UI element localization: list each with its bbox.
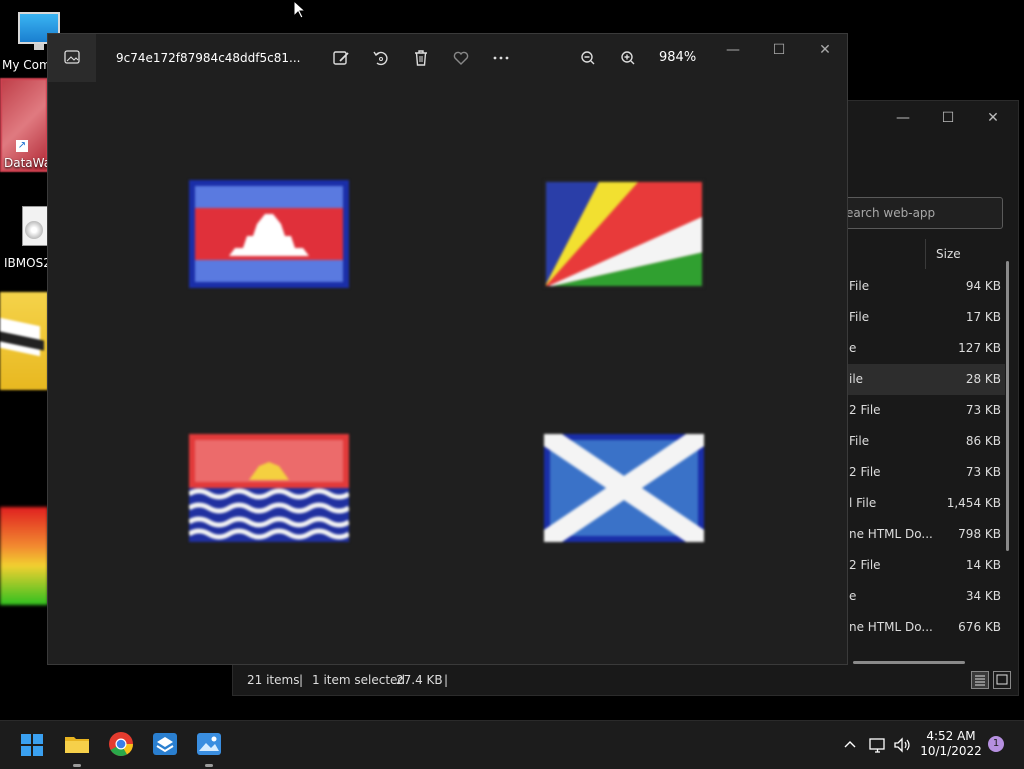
- mouse-cursor-icon: [293, 0, 307, 19]
- rotate-icon[interactable]: [369, 46, 393, 70]
- zoom-in-icon[interactable]: [616, 46, 640, 70]
- file-explorer-icon[interactable]: [64, 731, 90, 757]
- desktop-app-icon[interactable]: [0, 507, 48, 605]
- close-icon[interactable]: ✕: [978, 109, 1008, 127]
- chrome-icon[interactable]: [108, 731, 134, 757]
- clock-date: 10/1/2022: [920, 744, 982, 758]
- clock-time: 4:52 AM: [926, 729, 976, 743]
- scotland-flag: [544, 434, 704, 542]
- monitor-stand: [34, 44, 44, 50]
- table-row[interactable]: File 94 KB: [845, 271, 1005, 302]
- photos-toolbar: 9c74e172f87984c48ddf5c81... 984% — ☐ ✕: [48, 34, 847, 82]
- table-row[interactable]: 2 File 14 KB: [845, 550, 1005, 581]
- status-item-count: 21 items: [247, 673, 300, 687]
- table-row[interactable]: e 34 KB: [845, 581, 1005, 612]
- running-indicator: [73, 764, 81, 767]
- more-options-icon[interactable]: [489, 46, 513, 70]
- volume-icon[interactable]: [892, 735, 912, 755]
- column-header-size[interactable]: Size: [925, 239, 996, 269]
- table-row[interactable]: l File 1,454 KB: [845, 488, 1005, 519]
- running-indicator: [205, 764, 213, 767]
- table-row[interactable]: ne HTML Do... 798 KB: [845, 519, 1005, 550]
- horizontal-scrollbar[interactable]: [853, 661, 965, 664]
- search-input[interactable]: earch web-app: [833, 197, 1003, 229]
- desktop-icon-datawag[interactable]: ↗ DataWag: [0, 78, 59, 174]
- table-row[interactable]: File 17 KB: [845, 302, 1005, 333]
- minimize-icon[interactable]: —: [718, 40, 748, 60]
- image-file-name: 9c74e172f87984c48ddf5c81...: [116, 51, 301, 65]
- photos-viewer-window[interactable]: 9c74e172f87984c48ddf5c81... 984% — ☐ ✕: [47, 33, 848, 665]
- vertical-scrollbar[interactable]: [1006, 261, 1009, 551]
- taskbar: 4:52 AM 10/1/2022 1: [0, 720, 1024, 769]
- close-icon[interactable]: ✕: [810, 40, 840, 60]
- kiribati-flag: [189, 434, 349, 542]
- table-row[interactable]: ne HTML Do... 676 KB: [845, 612, 1005, 643]
- maximize-icon[interactable]: ☐: [933, 109, 963, 127]
- details-view-button[interactable]: [971, 671, 989, 689]
- photos-app-icon[interactable]: [196, 731, 222, 757]
- status-size: 27.4 KB: [396, 673, 443, 687]
- notification-badge[interactable]: 1: [988, 736, 1004, 752]
- thumbnail-view-button[interactable]: [993, 671, 1011, 689]
- file-list: File 94 KB File 17 KB e 127 KB ile 28 KB 2 F…: [845, 271, 1005, 643]
- table-row[interactable]: 2 File 73 KB: [845, 395, 1005, 426]
- table-row-selected[interactable]: ile 28 KB: [845, 364, 1005, 395]
- desktop-icon-ibmos2[interactable]: IBMOS2: [0, 204, 51, 274]
- shortcut-arrow-icon: ↗: [16, 140, 28, 152]
- clock[interactable]: 4:52 AM 10/1/2022: [920, 729, 982, 759]
- desktop-icon-label: IBMOS2: [4, 256, 51, 270]
- table-row[interactable]: e 127 KB: [845, 333, 1005, 364]
- table-row[interactable]: 2 File 73 KB: [845, 457, 1005, 488]
- document-cd-icon: [22, 206, 48, 246]
- status-bar: 21 items | 1 item selected 27.4 KB |: [233, 665, 1018, 695]
- favorite-heart-icon[interactable]: [449, 46, 473, 70]
- desktop-icon-label: My Com: [2, 58, 51, 72]
- network-icon[interactable]: [868, 735, 888, 755]
- zoom-out-icon[interactable]: [576, 46, 600, 70]
- zoom-level[interactable]: 984%: [659, 50, 696, 65]
- chevron-up-icon[interactable]: [842, 737, 858, 753]
- delete-icon[interactable]: [409, 46, 433, 70]
- maximize-icon[interactable]: ☐: [764, 40, 794, 60]
- seychelles-flag: [544, 180, 704, 288]
- cambodia-flag: [189, 180, 349, 288]
- minimize-icon[interactable]: —: [888, 109, 918, 127]
- status-divider: |: [299, 673, 304, 687]
- status-selected: 1 item selected: [312, 673, 406, 687]
- app-box-icon[interactable]: [152, 731, 178, 757]
- edit-image-icon[interactable]: [329, 46, 353, 70]
- desktop-folder-icon[interactable]: [0, 292, 48, 390]
- search-placeholder: earch web-app: [846, 206, 936, 220]
- photos-app-icon[interactable]: [48, 34, 96, 82]
- table-row[interactable]: File 86 KB: [845, 426, 1005, 457]
- status-divider: |: [444, 673, 449, 687]
- start-windows-icon[interactable]: [20, 733, 44, 757]
